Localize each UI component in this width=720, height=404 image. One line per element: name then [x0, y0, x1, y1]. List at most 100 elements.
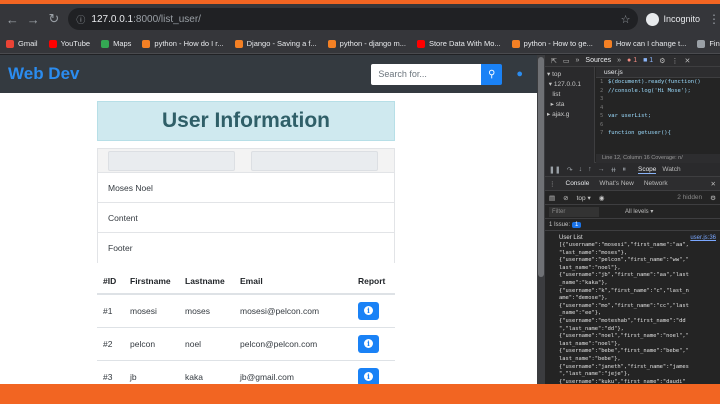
- user-card: Moses Noel Content Footer: [97, 148, 395, 263]
- cell-id: #2: [97, 326, 124, 360]
- tree-item[interactable]: ▸ sta: [547, 100, 592, 110]
- bookmark-item[interactable]: Find Broken Links,...: [697, 39, 720, 48]
- incognito-label: Incognito: [663, 14, 701, 24]
- console-controls: ▤ ⊘ top ▾ ◉ 2 hidden ⚙: [545, 191, 720, 205]
- tab-whats-new[interactable]: What's New: [599, 180, 633, 187]
- bookmark-item[interactable]: YouTube: [48, 39, 90, 48]
- step-into-icon[interactable]: ↓: [579, 166, 583, 173]
- code-line: 3: [596, 95, 720, 104]
- pause-exceptions-icon[interactable]: ⏸: [622, 166, 626, 174]
- inspect-icon[interactable]: ⇱: [551, 57, 557, 65]
- devtools-panel: ⇱ ▭ » Sources » ● 1 ■ 1 ⚙ ⋮ ✕ ▾ top ▾ 12…: [545, 55, 720, 384]
- line-number: 4: [600, 104, 604, 111]
- site-brand[interactable]: Web Dev: [8, 64, 80, 84]
- tree-item[interactable]: list: [547, 90, 592, 100]
- console-filter-bar: Filter All levels ▾: [545, 205, 720, 219]
- cell-id: #1: [97, 293, 124, 327]
- address-bar[interactable]: ⓘ 127.0.0.1 :8000/list_user/ ☆: [68, 8, 639, 30]
- log-levels-label: All levels: [625, 209, 649, 215]
- bookmark-item[interactable]: python - How do I r...: [142, 39, 224, 48]
- bookmark-item[interactable]: Django - Saving a f...: [234, 39, 317, 48]
- bookmark-star-icon[interactable]: ☆: [621, 13, 631, 26]
- bookmark-item[interactable]: Store Data With Mo...: [416, 39, 501, 48]
- bookmark-item[interactable]: python - How to ge...: [511, 39, 593, 48]
- console-output: User List user.js:36 [{"username":"moses…: [545, 231, 720, 384]
- debugger-toolbar: ❚❚ ↷ ↓ ↑ → ⧺ ⏸ Scope Watch: [545, 163, 720, 177]
- page-scrollbar[interactable]: [537, 55, 545, 384]
- report-button[interactable]: i: [358, 301, 379, 320]
- cell-firstname: mosesi: [124, 293, 179, 327]
- more-tabs-icon[interactable]: »: [576, 57, 580, 64]
- console-settings-icon[interactable]: ⚙: [710, 194, 716, 202]
- cell-report: i: [352, 293, 395, 327]
- close-icon[interactable]: ✕: [684, 57, 690, 65]
- deactivate-breakpoints-icon[interactable]: ⧺: [611, 166, 617, 174]
- tab-scope[interactable]: Scope: [637, 166, 657, 174]
- card-content: Content: [98, 203, 394, 233]
- info-icon[interactable]: ⓘ: [76, 13, 85, 26]
- reload-icon[interactable]: ↻: [46, 11, 63, 27]
- eye-icon[interactable]: ◉: [599, 194, 605, 202]
- tree-item[interactable]: ▾ top: [547, 70, 592, 80]
- url-path: :8000/list_user/: [133, 13, 201, 25]
- bookmark-item[interactable]: python - django m...: [327, 39, 406, 48]
- code-editor[interactable]: user.js 1 $(document).ready(function() 2 /…: [596, 67, 720, 163]
- filter-input[interactable]: Filter: [549, 206, 599, 217]
- report-button[interactable]: i: [358, 367, 379, 384]
- step-out-icon[interactable]: ↑: [588, 166, 592, 173]
- file-tab[interactable]: user.js: [596, 67, 720, 78]
- cell-report: i: [352, 326, 395, 360]
- overflow-icon[interactable]: »: [617, 57, 621, 64]
- drawer-menu-icon[interactable]: ⋮: [549, 180, 556, 188]
- line-text: $(document).ready(function(): [608, 79, 701, 85]
- scrollbar-thumb[interactable]: [538, 57, 544, 277]
- table-row: #1 mosesi moses mosesi@pelcon.com i: [97, 293, 395, 327]
- card-title: Moses Noel: [98, 173, 394, 203]
- user-icon[interactable]: ●: [516, 68, 523, 80]
- code-line: 4: [596, 104, 720, 113]
- log-source-link[interactable]: user.js:36: [690, 234, 716, 242]
- web-page: Web Dev Search for... ⚲ ● User Informati…: [0, 55, 537, 384]
- cell-email: mosesi@pelcon.com: [234, 293, 352, 327]
- tree-item[interactable]: ▸ ajax.g: [547, 110, 592, 120]
- pause-icon[interactable]: ❚❚: [549, 166, 561, 174]
- tab-network[interactable]: Network: [644, 180, 668, 187]
- card-footer: Footer: [98, 233, 394, 263]
- orange-frame-bottom: [0, 384, 720, 404]
- bookmark-item[interactable]: Gmail: [6, 39, 38, 48]
- cell-firstname: jb: [124, 359, 179, 384]
- settings-icon[interactable]: ⚙: [659, 57, 665, 65]
- browser-toolbar: ← → ↻ ⓘ 127.0.0.1 :8000/list_user/ ☆ Inc…: [0, 4, 720, 34]
- line-number: 1: [600, 79, 604, 85]
- col-report-header: Report: [352, 268, 395, 295]
- drawer-close-icon[interactable]: ✕: [711, 180, 716, 188]
- bookmark-item[interactable]: Maps: [101, 39, 131, 48]
- log-levels-select[interactable]: All levels ▾: [625, 208, 653, 215]
- search-input[interactable]: Search for...: [371, 63, 482, 85]
- maps-icon: [101, 39, 110, 48]
- clear-console-icon[interactable]: ⊘: [563, 194, 568, 202]
- search-button[interactable]: ⚲: [481, 63, 503, 85]
- step-over-icon[interactable]: ↷: [567, 166, 573, 174]
- col-id-header: #ID: [97, 268, 124, 295]
- back-icon[interactable]: ←: [4, 12, 21, 27]
- tab-watch[interactable]: Watch: [662, 166, 680, 173]
- tab-console[interactable]: Console: [566, 180, 590, 187]
- console-message-header: User List user.js:36: [559, 234, 716, 242]
- warning-count: ■ 1: [643, 57, 654, 64]
- sidebar-toggle-icon[interactable]: ▤: [549, 194, 555, 202]
- forward-icon[interactable]: →: [25, 12, 42, 27]
- tab-sources[interactable]: Sources: [585, 57, 611, 64]
- cell-id: #3: [97, 359, 124, 384]
- issues-bar[interactable]: 1 Issue: 1: [545, 219, 720, 231]
- devtools-menu-icon[interactable]: ⋮: [671, 57, 678, 65]
- menu-kebab-icon[interactable]: ⋮: [708, 12, 720, 26]
- device-icon[interactable]: ▭: [563, 57, 570, 65]
- report-button[interactable]: i: [358, 334, 379, 353]
- tree-item[interactable]: ▾ 127.0.0.1: [547, 80, 592, 90]
- bookmark-item[interactable]: How can I change t...: [603, 39, 686, 48]
- devtools-tabbar: ⇱ ▭ » Sources » ● 1 ■ 1 ⚙ ⋮ ✕: [545, 55, 720, 67]
- incognito-indicator[interactable]: Incognito: [646, 12, 701, 26]
- context-select[interactable]: top ▾: [577, 194, 591, 202]
- step-icon[interactable]: →: [598, 166, 605, 173]
